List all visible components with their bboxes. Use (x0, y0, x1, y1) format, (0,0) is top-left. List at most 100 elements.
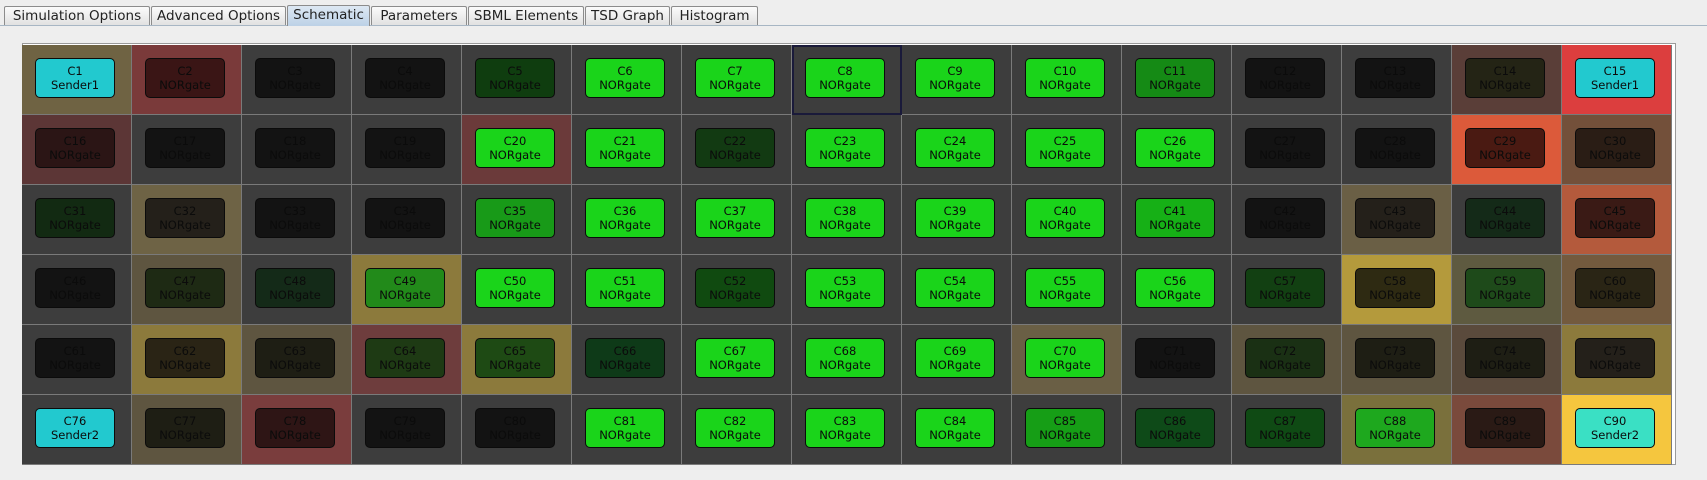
grid-cell[interactable]: C51 NORgate (572, 255, 682, 325)
nor-gate-component[interactable]: C28 NORgate (1355, 128, 1435, 168)
nor-gate-component[interactable]: C61 NORgate (35, 338, 115, 378)
nor-gate-component[interactable]: C16 NORgate (35, 128, 115, 168)
nor-gate-component[interactable]: C56 NORgate (1135, 268, 1215, 308)
grid-cell[interactable]: C74 NORgate (1452, 325, 1562, 395)
grid-cell[interactable]: C78 NORgate (242, 395, 352, 465)
grid-cell[interactable]: C18 NORgate (242, 115, 352, 185)
grid-cell[interactable]: C3 NORgate (242, 45, 352, 115)
grid-cell[interactable]: C4 NORgate (352, 45, 462, 115)
nor-gate-component[interactable]: C36 NORgate (585, 198, 665, 238)
nor-gate-component[interactable]: C64 NORgate (365, 338, 445, 378)
grid-cell[interactable]: C57 NORgate (1232, 255, 1342, 325)
nor-gate-component[interactable]: C53 NORgate (805, 268, 885, 308)
grid-cell[interactable]: C30 NORgate (1562, 115, 1672, 185)
grid-cell[interactable]: C31 NORgate (22, 185, 132, 255)
tab-schematic[interactable]: Schematic (287, 5, 370, 26)
nor-gate-component[interactable]: C83 NORgate (805, 408, 885, 448)
nor-gate-component[interactable]: C2 NORgate (145, 58, 225, 98)
grid-cell[interactable]: C59 NORgate (1452, 255, 1562, 325)
nor-gate-component[interactable]: C87 NORgate (1245, 408, 1325, 448)
tab-parameters[interactable]: Parameters (371, 6, 467, 25)
nor-gate-component[interactable]: C11 NORgate (1135, 58, 1215, 98)
grid-cell[interactable]: C39 NORgate (902, 185, 1012, 255)
nor-gate-component[interactable]: C19 NORgate (365, 128, 445, 168)
grid-cell[interactable]: C17 NORgate (132, 115, 242, 185)
nor-gate-component[interactable]: C6 NORgate (585, 58, 665, 98)
grid-cell[interactable]: C80 NORgate (462, 395, 572, 465)
grid-cell[interactable]: C8 NORgate (792, 45, 902, 115)
nor-gate-component[interactable]: C50 NORgate (475, 268, 555, 308)
grid-cell[interactable]: C86 NORgate (1122, 395, 1232, 465)
grid-cell[interactable]: C64 NORgate (352, 325, 462, 395)
nor-gate-component[interactable]: C88 NORgate (1355, 408, 1435, 448)
grid-cell[interactable]: C33 NORgate (242, 185, 352, 255)
nor-gate-component[interactable]: C29 NORgate (1465, 128, 1545, 168)
grid-cell[interactable]: C13 NORgate (1342, 45, 1452, 115)
grid-cell[interactable]: C22 NORgate (682, 115, 792, 185)
grid-cell[interactable]: C85 NORgate (1012, 395, 1122, 465)
grid-cell[interactable]: C55 NORgate (1012, 255, 1122, 325)
nor-gate-component[interactable]: C40 NORgate (1025, 198, 1105, 238)
tab-tsd-graph[interactable]: TSD Graph (585, 6, 670, 25)
grid-cell[interactable]: C28 NORgate (1342, 115, 1452, 185)
grid-cell[interactable]: C42 NORgate (1232, 185, 1342, 255)
grid-cell[interactable]: C50 NORgate (462, 255, 572, 325)
nor-gate-component[interactable]: C55 NORgate (1025, 268, 1105, 308)
nor-gate-component[interactable]: C85 NORgate (1025, 408, 1105, 448)
nor-gate-component[interactable]: C45 NORgate (1575, 198, 1655, 238)
grid-cell[interactable]: C14 NORgate (1452, 45, 1562, 115)
nor-gate-component[interactable]: C13 NORgate (1355, 58, 1435, 98)
tab-simulation-options[interactable]: Simulation Options (4, 6, 150, 25)
nor-gate-component[interactable]: C8 NORgate (805, 58, 885, 98)
grid-cell[interactable]: C88 NORgate (1342, 395, 1452, 465)
nor-gate-component[interactable]: C51 NORgate (585, 268, 665, 308)
nor-gate-component[interactable]: C77 NORgate (145, 408, 225, 448)
grid-cell[interactable]: C84 NORgate (902, 395, 1012, 465)
nor-gate-component[interactable]: C82 NORgate (695, 408, 775, 448)
nor-gate-component[interactable]: C14 NORgate (1465, 58, 1545, 98)
grid-cell[interactable]: C76 Sender2 (22, 395, 132, 465)
nor-gate-component[interactable]: C78 NORgate (255, 408, 335, 448)
grid-cell[interactable]: C89 NORgate (1452, 395, 1562, 465)
grid-cell[interactable]: C90 Sender2 (1562, 395, 1672, 465)
nor-gate-component[interactable]: C49 NORgate (365, 268, 445, 308)
nor-gate-component[interactable]: C52 NORgate (695, 268, 775, 308)
sender-component[interactable]: C90 Sender2 (1575, 408, 1655, 448)
grid-cell[interactable]: C12 NORgate (1232, 45, 1342, 115)
grid-cell[interactable]: C1 Sender1 (22, 45, 132, 115)
nor-gate-component[interactable]: C42 NORgate (1245, 198, 1325, 238)
nor-gate-component[interactable]: C57 NORgate (1245, 268, 1325, 308)
nor-gate-component[interactable]: C18 NORgate (255, 128, 335, 168)
grid-cell[interactable]: C25 NORgate (1012, 115, 1122, 185)
nor-gate-component[interactable]: C86 NORgate (1135, 408, 1215, 448)
nor-gate-component[interactable]: C38 NORgate (805, 198, 885, 238)
grid-cell[interactable]: C47 NORgate (132, 255, 242, 325)
nor-gate-component[interactable]: C7 NORgate (695, 58, 775, 98)
grid-cell[interactable]: C82 NORgate (682, 395, 792, 465)
grid-cell[interactable]: C29 NORgate (1452, 115, 1562, 185)
nor-gate-component[interactable]: C34 NORgate (365, 198, 445, 238)
nor-gate-component[interactable]: C81 NORgate (585, 408, 665, 448)
nor-gate-component[interactable]: C60 NORgate (1575, 268, 1655, 308)
nor-gate-component[interactable]: C22 NORgate (695, 128, 775, 168)
nor-gate-component[interactable]: C27 NORgate (1245, 128, 1325, 168)
grid-cell[interactable]: C54 NORgate (902, 255, 1012, 325)
nor-gate-component[interactable]: C44 NORgate (1465, 198, 1545, 238)
grid-cell[interactable]: C19 NORgate (352, 115, 462, 185)
nor-gate-component[interactable]: C63 NORgate (255, 338, 335, 378)
grid-cell[interactable]: C6 NORgate (572, 45, 682, 115)
grid-cell[interactable]: C21 NORgate (572, 115, 682, 185)
nor-gate-component[interactable]: C9 NORgate (915, 58, 995, 98)
grid-cell[interactable]: C15 Sender1 (1562, 45, 1672, 115)
nor-gate-component[interactable]: C89 NORgate (1465, 408, 1545, 448)
nor-gate-component[interactable]: C23 NORgate (805, 128, 885, 168)
nor-gate-component[interactable]: C47 NORgate (145, 268, 225, 308)
nor-gate-component[interactable]: C58 NORgate (1355, 268, 1435, 308)
nor-gate-component[interactable]: C71 NORgate (1135, 338, 1215, 378)
nor-gate-component[interactable]: C65 NORgate (475, 338, 555, 378)
grid-cell[interactable]: C75 NORgate (1562, 325, 1672, 395)
grid-cell[interactable]: C65 NORgate (462, 325, 572, 395)
nor-gate-component[interactable]: C43 NORgate (1355, 198, 1435, 238)
grid-cell[interactable]: C49 NORgate (352, 255, 462, 325)
nor-gate-component[interactable]: C80 NORgate (475, 408, 555, 448)
